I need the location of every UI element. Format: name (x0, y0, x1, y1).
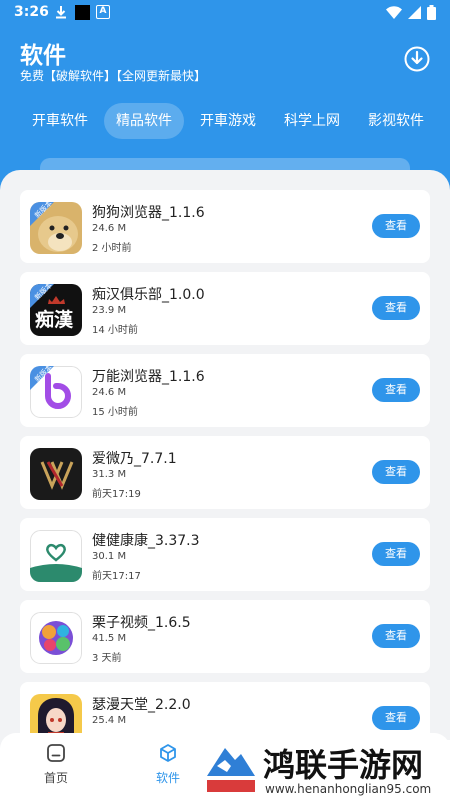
box-icon (160, 744, 176, 762)
app-size: 24.6 M (92, 387, 127, 398)
app-name: 狗狗浏览器_1.1.6 (92, 205, 205, 221)
tab-kaiche-software[interactable]: 开車软件 (20, 103, 100, 139)
watermark-title: 鸿联手游网 (263, 746, 424, 784)
wifi-icon (386, 6, 402, 19)
download-icon[interactable] (404, 46, 430, 72)
view-button[interactable]: 查看 (372, 706, 420, 730)
app-time: 前天17:19 (92, 489, 141, 500)
app-size: 41.5 M (92, 633, 127, 644)
tab-vpn[interactable]: 科学上网 (272, 103, 352, 139)
view-button[interactable]: 查看 (372, 378, 420, 402)
lizi-video-app-icon (30, 612, 82, 664)
nav-software-label: 软件 (155, 771, 180, 785)
app-size: 24.6 M (92, 223, 127, 234)
list-item[interactable]: 新版本 狗狗浏览器_1.1.6 24.6 M 2 小时前 查看 (20, 190, 430, 263)
tab-featured-software[interactable]: 精品软件 (104, 103, 184, 139)
battery-icon (427, 5, 436, 20)
status-time: 3:26 (14, 4, 49, 20)
tab-kaiche-games[interactable]: 开車游戏 (188, 103, 268, 139)
watermark-url: www.henanhonglian95.com (265, 782, 432, 796)
home-icon (47, 744, 65, 762)
view-button[interactable]: 查看 (372, 624, 420, 648)
download-notification-icon (56, 6, 66, 19)
nav-home-label: 首页 (43, 771, 68, 785)
status-bar: 3:26 A (0, 0, 450, 26)
view-button[interactable]: 查看 (372, 214, 420, 238)
app-time: 前天17:17 (92, 571, 141, 582)
a-notification-icon: A (96, 5, 110, 19)
view-button[interactable]: 查看 (372, 542, 420, 566)
app-time: 2 小时前 (92, 243, 132, 254)
app-time: 3 天前 (92, 653, 122, 664)
chihan-app-icon: 痴漢 新版本 (30, 284, 82, 336)
app-name: 万能浏览器_1.1.6 (92, 369, 205, 385)
view-button[interactable]: 查看 (372, 296, 420, 320)
nav-home[interactable]: 首页 (26, 743, 86, 786)
list-item[interactable]: 爱微乃_7.7.1 31.3 M 前天17:19 查看 (20, 436, 430, 509)
list-item[interactable]: 健健康康_3.37.3 30.1 M 前天17:17 查看 (20, 518, 430, 591)
app-size: 23.9 M (92, 305, 127, 316)
nav-software[interactable]: 软件 (138, 743, 198, 786)
app-icon-text: 痴漢 (35, 308, 74, 331)
page-subtitle: 免费【破解软件】【全网更新最快】 (20, 69, 207, 83)
app-size: 31.3 M (92, 469, 127, 480)
list-item[interactable]: 新版本 万能浏览器_1.1.6 24.6 M 15 小时前 查看 (20, 354, 430, 427)
app-name: 健健康康_3.37.3 (92, 533, 200, 549)
app-name: 栗子视频_1.6.5 (92, 615, 191, 631)
black-square-notification-icon (75, 5, 90, 20)
page-title: 软件 (20, 43, 66, 69)
site-watermark: 鸿联手游网 www.henanhonglian95.com (203, 740, 450, 800)
app-size: 25.4 M (92, 715, 127, 726)
list-item[interactable]: 痴漢 新版本 痴汉俱乐部_1.0.0 23.9 M 14 小时前 查看 (20, 272, 430, 345)
app-size: 30.1 M (92, 551, 127, 562)
doge-app-icon: 新版本 (30, 202, 82, 254)
jianjian-kangkang-app-icon (30, 530, 82, 582)
app-name: 瑟漫天堂_2.2.0 (92, 697, 191, 713)
tab-video-software[interactable]: 影视软件 (356, 103, 436, 139)
watermark-logo-icon (203, 740, 259, 796)
list-item[interactable]: 栗子视频_1.6.5 41.5 M 3 天前 查看 (20, 600, 430, 673)
aiweinai-app-icon (30, 448, 82, 500)
category-tabs: 开車软件 精品软件 开車游戏 科学上网 影视软件 (20, 103, 440, 139)
app-list: 新版本 狗狗浏览器_1.1.6 24.6 M 2 小时前 查看 痴漢 新版本 痴… (0, 170, 450, 800)
app-name: 痴汉俱乐部_1.0.0 (92, 287, 205, 303)
app-time: 15 小时前 (92, 407, 138, 418)
app-time: 14 小时前 (92, 325, 138, 336)
view-button[interactable]: 查看 (372, 460, 420, 484)
app-name: 爱微乃_7.7.1 (92, 451, 177, 467)
signal-icon (408, 6, 421, 19)
wanneng-browser-app-icon: 新版本 (30, 366, 82, 418)
